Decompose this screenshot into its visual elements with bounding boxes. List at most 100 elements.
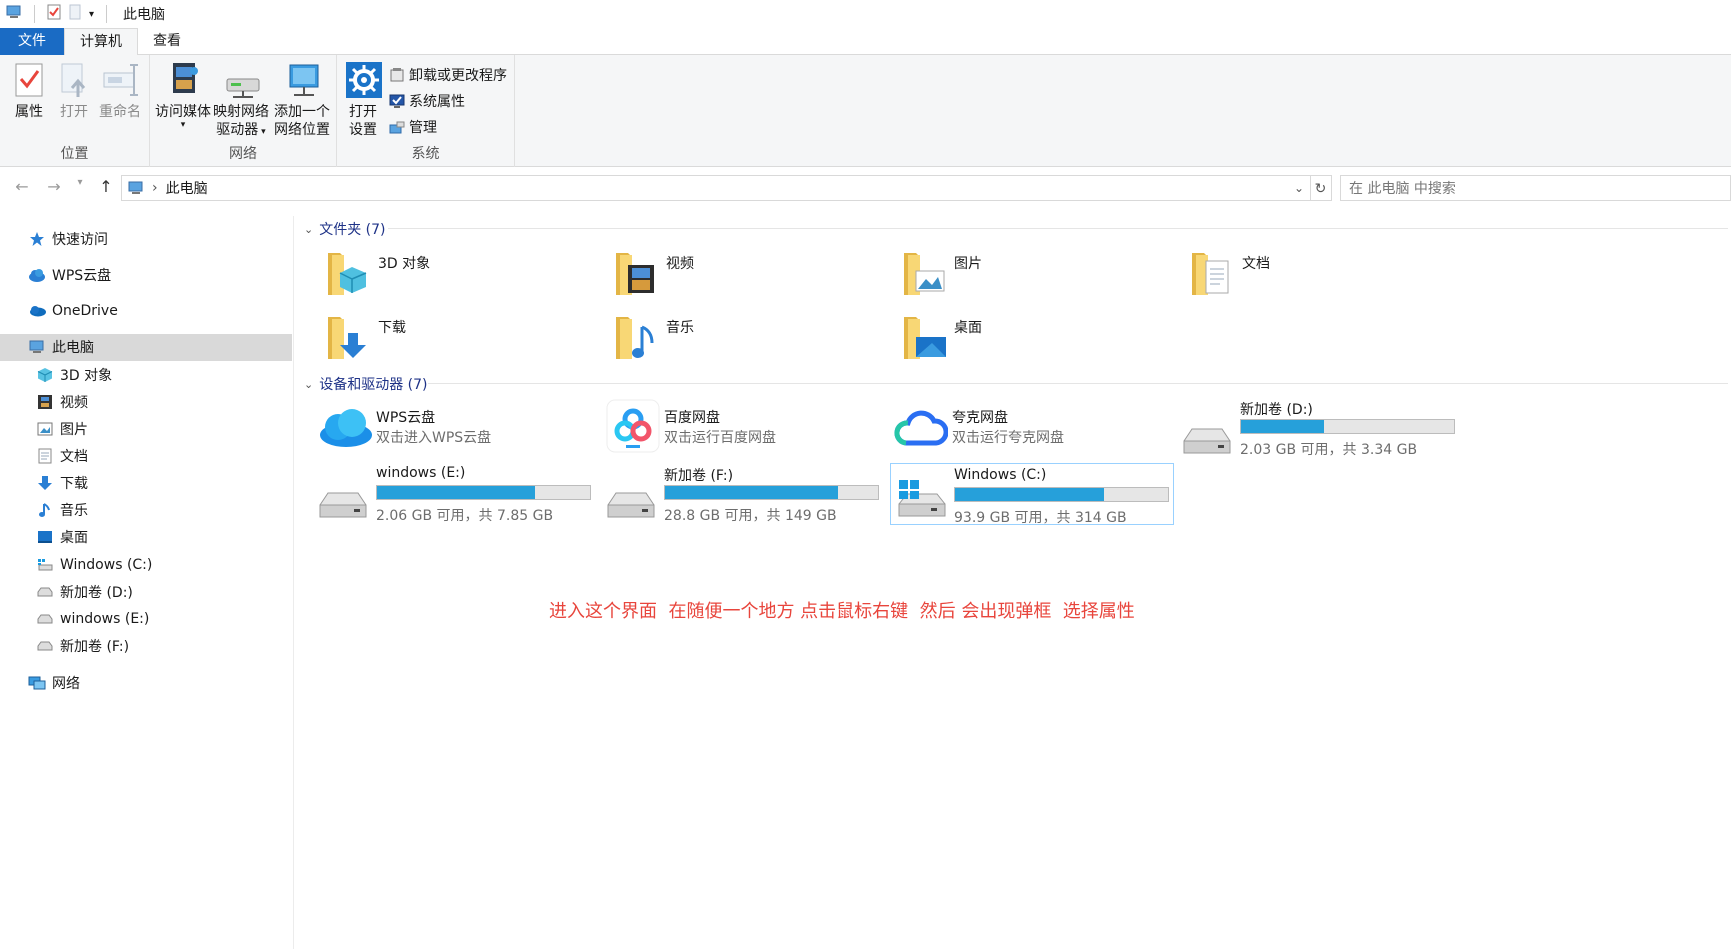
drive-c[interactable]: Windows (C:) 93.9 GB 可用，共 314 GB — [890, 463, 1174, 526]
quark-netdisk-drive[interactable]: 夸克网盘 双击运行夸克网盘 — [894, 405, 1179, 467]
address-bar[interactable]: › 此电脑 — [121, 175, 1311, 201]
folder-music-icon — [616, 317, 654, 359]
sidebar-label: windows (E:) — [60, 611, 150, 627]
add-network-location-button[interactable]: 添加一个 网络位置 — [272, 61, 332, 139]
tab-file[interactable]: 文件 — [0, 28, 64, 55]
properties-check-icon[interactable] — [47, 4, 61, 24]
open-settings-button[interactable]: 打开 设置 — [343, 61, 383, 139]
sidebar-label: 视频 — [60, 395, 88, 411]
sidebar-item-this-pc[interactable]: 此电脑 — [28, 334, 94, 360]
folder-3d-objects[interactable]: 3D 对象 — [326, 249, 606, 305]
folder-name: 下载 — [378, 320, 406, 336]
wps-cloud-icon — [320, 409, 372, 447]
recent-locations-icon[interactable]: ▾ — [72, 177, 88, 196]
sidebar-item-music[interactable]: 音乐 — [36, 497, 88, 523]
music-note-icon — [36, 502, 54, 518]
dropdown-arrow-icon: ▾ — [258, 127, 266, 137]
computer-icon[interactable] — [6, 5, 22, 23]
rename-button[interactable]: 重命名 — [96, 61, 144, 121]
divider — [34, 5, 35, 23]
drive-d[interactable]: 新加卷 (D:) 2.03 GB 可用，共 3.34 GB — [1182, 397, 1467, 459]
tab-view[interactable]: 查看 — [138, 28, 196, 55]
breadcrumb-this-pc[interactable]: 此电脑 — [166, 178, 208, 198]
sidebar-item-quick-access[interactable]: 快速访问 — [28, 226, 108, 252]
folder-name: 视频 — [666, 256, 694, 272]
folder-downloads[interactable]: 下载 — [326, 313, 606, 369]
up-arrow-icon[interactable]: ↑ — [92, 177, 120, 196]
sidebar-item-onedrive[interactable]: OneDrive — [28, 298, 118, 324]
properties-button[interactable]: 属性 — [8, 61, 50, 121]
customize-toolbar-icon[interactable]: ▾ — [89, 9, 94, 20]
drive-name: 夸克网盘 — [952, 410, 1008, 426]
sidebar-label: Windows (C:) — [60, 557, 153, 573]
properties-icon — [11, 61, 47, 99]
system-properties-button[interactable]: 系统属性 — [389, 91, 465, 111]
open-button[interactable]: 打开 — [54, 61, 94, 121]
back-arrow-icon[interactable]: ← — [8, 177, 36, 196]
ribbon-tabs: 文件 计算机 查看 — [0, 28, 1731, 56]
network-drive-icon — [223, 61, 260, 99]
manage-button[interactable]: 管理 — [389, 117, 437, 137]
drive-size-text: 2.06 GB 可用，共 7.85 GB — [376, 508, 554, 524]
folder-name: 桌面 — [954, 320, 982, 336]
folder-desktop[interactable]: 桌面 — [902, 313, 1182, 369]
search-input[interactable]: 在 此电脑 中搜索 — [1340, 175, 1731, 201]
drive-usage-fill — [665, 486, 838, 499]
sidebar-item-downloads[interactable]: 下载 — [36, 470, 88, 496]
hard-drive-icon — [1183, 428, 1231, 454]
sidebar-label: 图片 — [60, 422, 88, 438]
media-icon — [165, 61, 201, 99]
sidebar-item-videos[interactable]: 视频 — [36, 389, 88, 415]
drive-name: 新加卷 (F:) — [664, 468, 734, 484]
refresh-icon[interactable]: ↻ — [1310, 175, 1332, 201]
folder-picture-icon — [904, 253, 945, 295]
rename-label: 重命名 — [99, 104, 141, 120]
drive-e[interactable]: windows (E:) 2.06 GB 可用，共 7.85 GB — [318, 463, 603, 525]
baidu-netdisk-icon — [606, 399, 660, 453]
sidebar-item-network[interactable]: 网络 — [28, 670, 80, 696]
folder-pictures[interactable]: 图片 — [902, 249, 1182, 305]
drive-name: 新加卷 (D:) — [1240, 402, 1313, 418]
windows-drive-icon — [36, 557, 54, 573]
drive-usage-fill — [377, 486, 535, 499]
ribbon: 属性 打开 重命名 位置 访问媒体 ▾ 映射网络 驱动器 ▾ 添加一个 网络位置… — [0, 55, 1731, 167]
sidebar-item-drive-f[interactable]: 新加卷 (F:) — [36, 633, 129, 659]
wps-cloud-drive[interactable]: WPS云盘 双击进入WPS云盘 — [318, 405, 603, 467]
group-system: 打开 设置 卸载或更改程序 系统属性 管理 系统 — [337, 55, 515, 167]
access-media-button[interactable]: 访问媒体 ▾ — [154, 61, 212, 130]
sidebar-item-desktop[interactable]: 桌面 — [36, 524, 88, 550]
sidebar-label: 3D 对象 — [60, 368, 113, 384]
folder-videos[interactable]: 视频 — [614, 249, 894, 305]
navigation-pane: 快速访问 WPS云盘 OneDrive 此电脑 3D 对象 视频 图片 文档 下… — [0, 216, 294, 949]
sidebar-item-documents[interactable]: 文档 — [36, 443, 88, 469]
drive-usage-bar — [954, 487, 1169, 502]
baidu-netdisk-drive[interactable]: 百度网盘 双击运行百度网盘 — [606, 399, 891, 467]
drive-size-text: 2.03 GB 可用，共 3.34 GB — [1240, 442, 1418, 458]
folder-music[interactable]: 音乐 — [614, 313, 894, 369]
drive-size-text: 93.9 GB 可用，共 314 GB — [954, 510, 1127, 526]
address-dropdown-icon[interactable]: ⌄ — [1290, 175, 1308, 201]
folder-documents[interactable]: 文档 — [1190, 249, 1470, 305]
uninstall-button[interactable]: 卸载或更改程序 — [389, 65, 507, 85]
sidebar-item-3d-objects[interactable]: 3D 对象 — [36, 362, 112, 388]
hard-drive-icon — [607, 492, 655, 518]
picture-icon — [36, 421, 54, 437]
map-drive-label-2: 驱动器 — [216, 122, 259, 138]
tab-computer[interactable]: 计算机 — [64, 28, 138, 56]
sidebar-item-wps-cloud[interactable]: WPS云盘 — [28, 262, 111, 288]
content-pane: ⌄ 文件夹 (7) 3D 对象 视频 图片 文档 下载 音乐 桌面 ⌄ 设备和驱… — [296, 209, 1731, 949]
sidebar-item-drive-e[interactable]: windows (E:) — [36, 606, 149, 632]
folders-section-header[interactable]: ⌄ 文件夹 (7) — [304, 219, 386, 239]
uninstall-icon — [390, 68, 404, 82]
chevron-down-icon: ⌄ — [304, 377, 314, 391]
new-folder-icon[interactable] — [69, 4, 81, 24]
drive-description: 双击运行百度网盘 — [664, 430, 776, 446]
forward-arrow-icon[interactable]: → — [40, 177, 68, 196]
sidebar-item-pictures[interactable]: 图片 — [36, 416, 88, 442]
map-network-drive-button[interactable]: 映射网络 驱动器 ▾ — [212, 61, 270, 141]
devices-section-header[interactable]: ⌄ 设备和驱动器 (7) — [304, 374, 428, 394]
sidebar-item-drive-d[interactable]: 新加卷 (D:) — [36, 579, 133, 605]
folders-header-label: 文件夹 (7) — [319, 222, 386, 238]
drive-f[interactable]: 新加卷 (F:) 28.8 GB 可用，共 149 GB — [606, 463, 891, 525]
sidebar-item-drive-c[interactable]: Windows (C:) — [36, 552, 152, 578]
